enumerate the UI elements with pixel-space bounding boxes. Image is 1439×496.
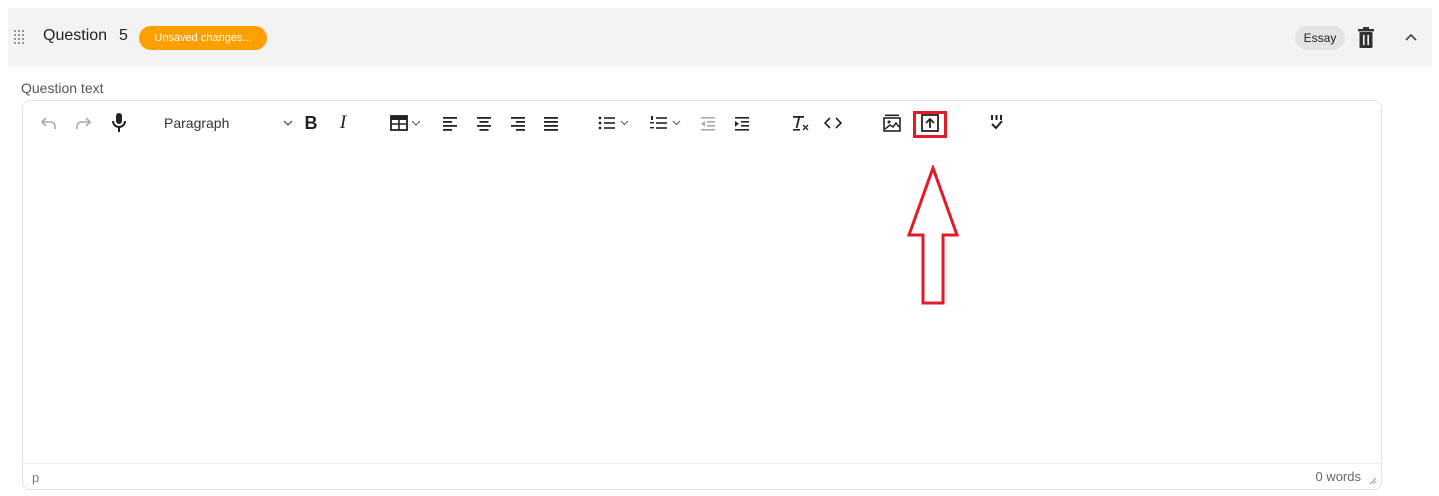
numbered-list-icon xyxy=(650,116,681,129)
align-center-icon xyxy=(477,117,491,131)
undo-button[interactable] xyxy=(37,111,61,135)
source-code-icon xyxy=(823,117,843,129)
align-justify-icon xyxy=(544,117,558,131)
outdent-icon xyxy=(701,117,715,131)
upload-image-button[interactable] xyxy=(918,111,942,135)
question-header[interactable]: Question 5 Unsaved changes... Essay xyxy=(8,8,1432,66)
microphone-icon xyxy=(112,113,126,132)
resize-handle-icon[interactable] xyxy=(1367,475,1377,485)
editor-status-bar: p 0 words xyxy=(23,463,1381,489)
clear-formatting-button[interactable] xyxy=(789,111,811,135)
chevron-down-icon xyxy=(283,120,293,126)
numbered-list-button[interactable] xyxy=(649,111,689,135)
align-center-button[interactable] xyxy=(473,111,495,135)
dictation-button[interactable] xyxy=(107,111,131,135)
align-right-button[interactable] xyxy=(507,111,529,135)
spellcheck-button[interactable] xyxy=(985,111,1009,135)
table-button[interactable] xyxy=(389,111,427,135)
block-format-value: Paragraph xyxy=(164,115,230,131)
upload-image-icon xyxy=(921,114,939,132)
editor-toolbar: Paragraph B I xyxy=(23,101,1381,145)
clear-formatting-icon xyxy=(793,115,809,131)
undo-icon xyxy=(40,117,56,129)
element-path[interactable]: p xyxy=(32,470,39,485)
outdent-button[interactable] xyxy=(697,111,719,135)
annotation-arrow-icon xyxy=(906,165,960,305)
chevron-up-icon xyxy=(1405,33,1417,41)
insert-media-button[interactable] xyxy=(880,111,904,135)
question-text-label: Question text xyxy=(21,80,104,96)
spellcheck-icon xyxy=(991,115,1003,130)
drag-handle-icon[interactable] xyxy=(14,30,26,44)
indent-icon xyxy=(735,117,749,131)
bold-button[interactable]: B xyxy=(301,111,321,135)
delete-question-button[interactable] xyxy=(1356,27,1376,49)
align-left-icon xyxy=(443,117,457,131)
question-card: Question 5 Unsaved changes... Essay Ques… xyxy=(8,8,1432,496)
italic-button[interactable]: I xyxy=(333,111,353,135)
question-label: Question xyxy=(43,27,108,44)
rich-text-editor: Paragraph B I p 0 words xyxy=(22,100,1382,490)
collapse-button[interactable] xyxy=(1402,28,1420,46)
redo-button[interactable] xyxy=(71,111,95,135)
bullet-list-icon xyxy=(598,116,629,130)
question-content: Question text Paragraph B I p 0 words xyxy=(8,66,1432,496)
bold-label: B xyxy=(304,112,318,133)
editor-content-area[interactable] xyxy=(23,145,1381,463)
media-icon xyxy=(883,114,901,132)
align-left-button[interactable] xyxy=(439,111,461,135)
redo-icon xyxy=(76,117,92,129)
block-format-select[interactable]: Paragraph xyxy=(164,111,294,135)
align-justify-button[interactable] xyxy=(540,111,562,135)
source-code-button[interactable] xyxy=(821,111,845,135)
question-type-chip: Essay xyxy=(1295,26,1345,50)
unsaved-changes-badge: Unsaved changes... xyxy=(139,26,267,50)
trash-icon xyxy=(1358,27,1374,48)
table-icon xyxy=(390,115,421,131)
word-count[interactable]: 0 words xyxy=(1315,469,1361,484)
question-number: 5 xyxy=(119,27,128,44)
align-right-icon xyxy=(511,117,525,131)
bullet-list-button[interactable] xyxy=(597,111,637,135)
indent-button[interactable] xyxy=(731,111,753,135)
italic-label: I xyxy=(339,112,347,133)
